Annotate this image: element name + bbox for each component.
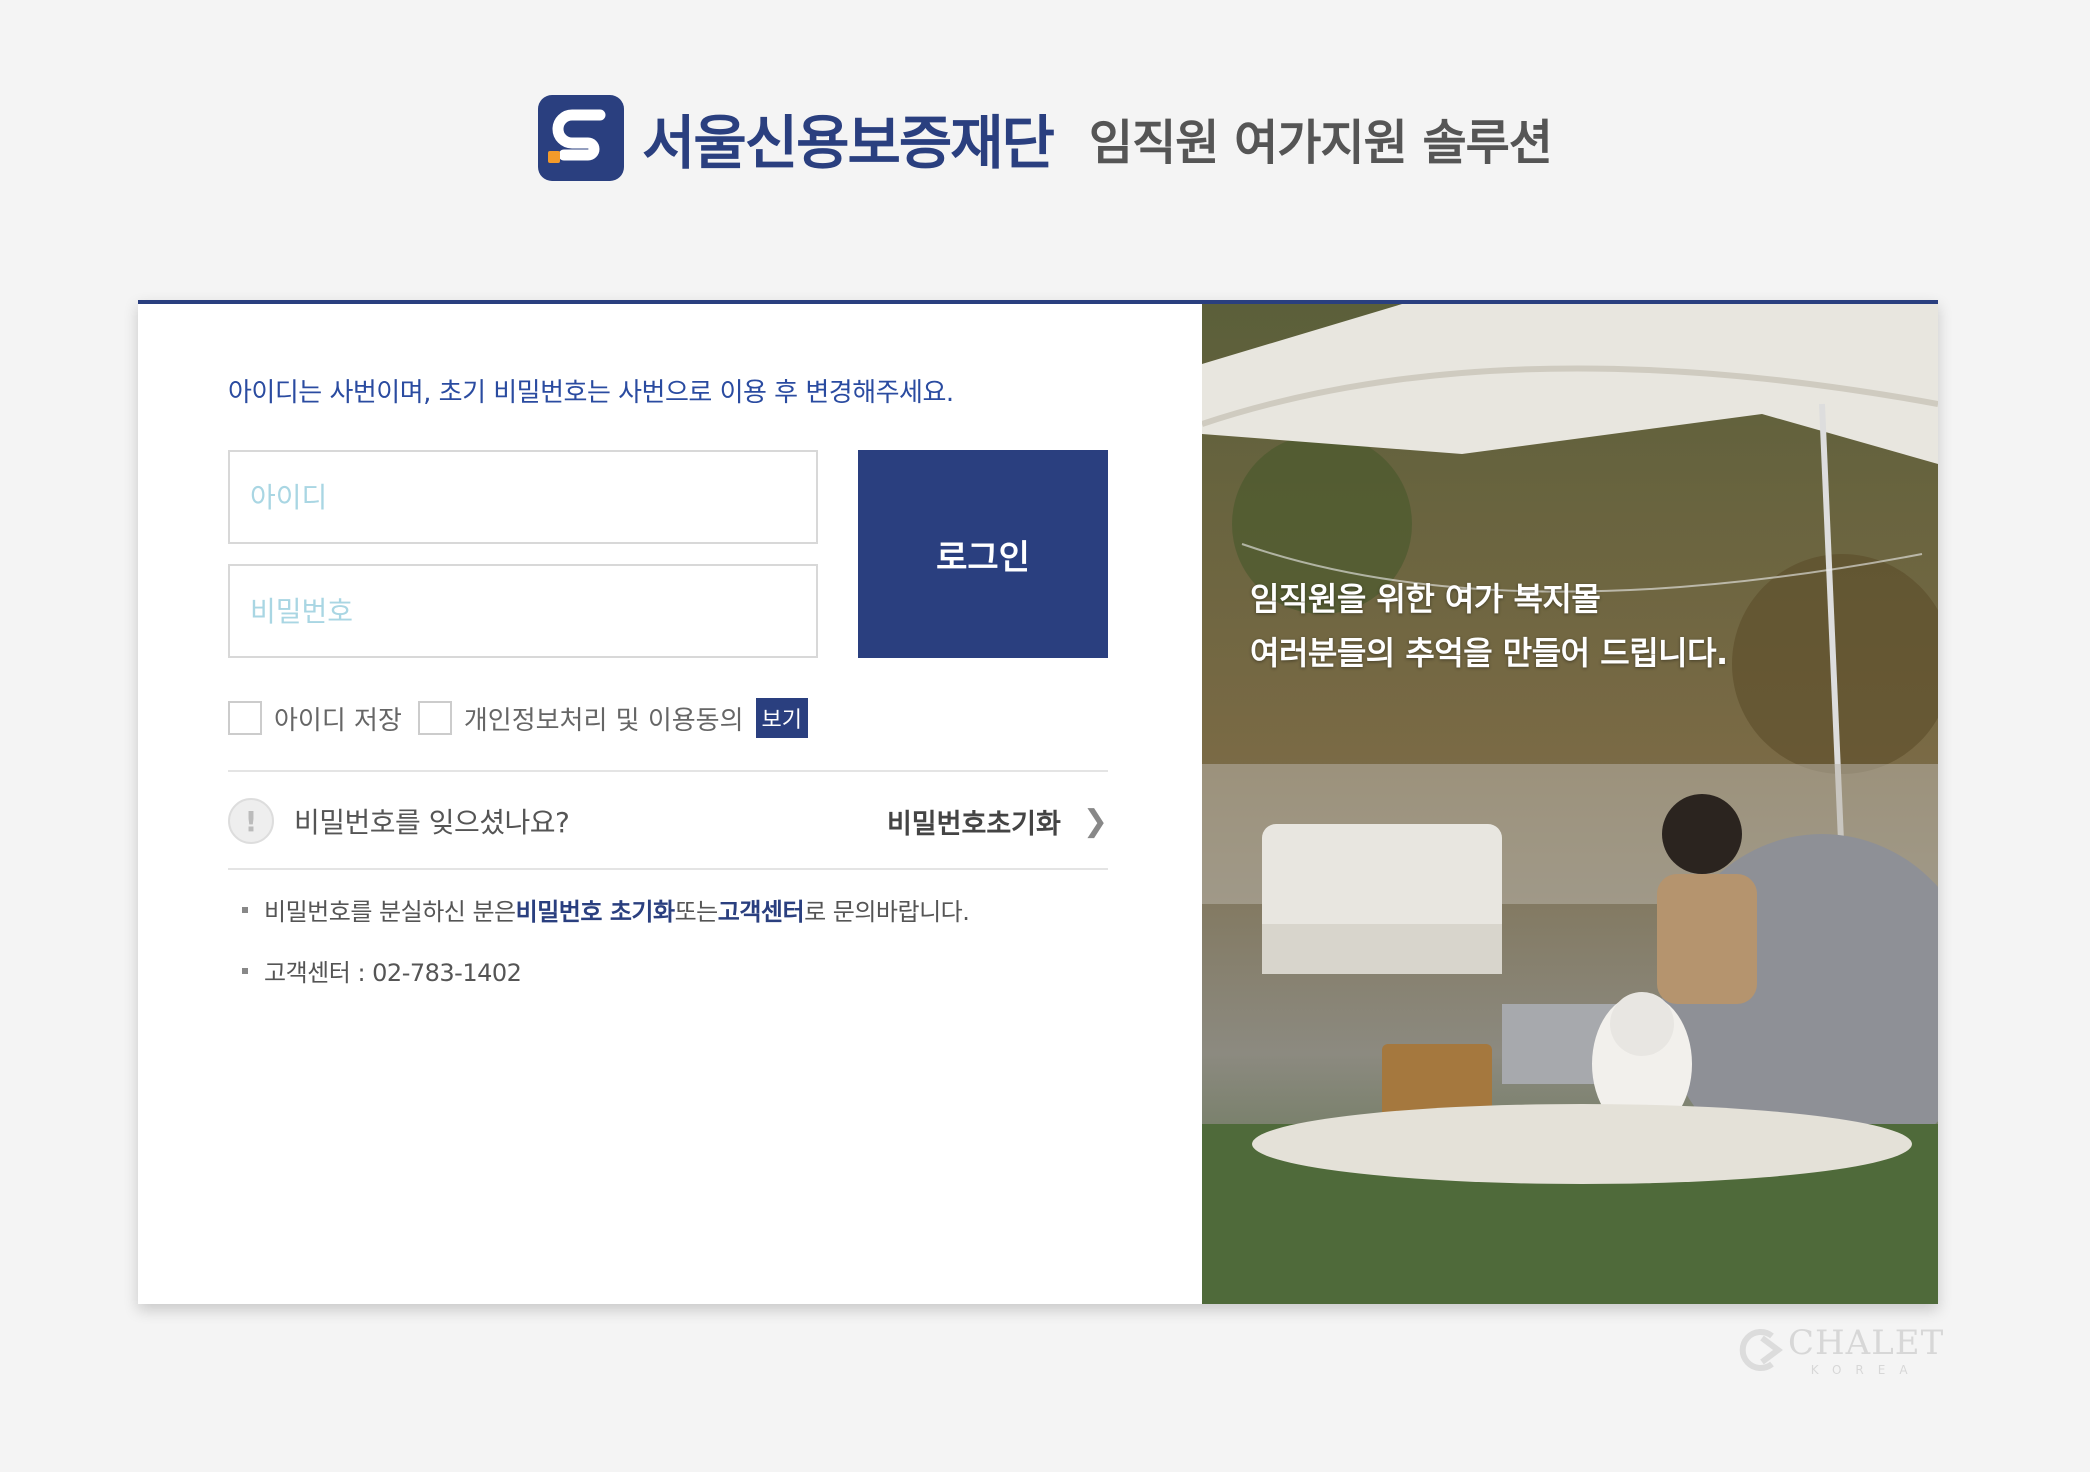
header: 서울신용보증재단 임직원 여가지원 솔루션 — [0, 92, 2090, 184]
save-id-label[interactable]: 아이디 저장 — [274, 700, 402, 737]
service-name: 임직원 여가지원 솔루션 — [1088, 115, 1553, 171]
chalet-watermark: CHALET KOREA — [1732, 1322, 1944, 1378]
support-phone: 고객센터 : 02-783-1402 — [264, 959, 522, 987]
help-em-support: 고객센터 — [717, 898, 805, 926]
help-text: 로 문의바랍니다. — [804, 898, 970, 926]
privacy-consent-checkbox[interactable] — [417, 701, 452, 735]
privacy-view-button[interactable]: 보기 — [755, 698, 809, 738]
divider — [228, 770, 1108, 772]
forgot-password-text: 비밀번호를 잊으셨나요? — [294, 806, 570, 839]
promo-line-2: 여러분들의 추억을 만들어 드립니다. — [1250, 634, 1728, 672]
watermark-text: CHALET — [1788, 1323, 1945, 1363]
login-panel: 아이디는 사번이며, 초기 비밀번호는 사번으로 이용 후 변경해주세요. 로그… — [138, 304, 1202, 1304]
bullet-icon — [242, 967, 248, 974]
privacy-consent-label[interactable]: 개인정보처리 및 이용동의 — [464, 700, 744, 737]
chalet-logo-icon — [1739, 1329, 1783, 1371]
reset-password-link[interactable]: 비밀번호초기화 ❯ — [887, 802, 1108, 841]
login-notice: 아이디는 사번이며, 초기 비밀번호는 사번으로 이용 후 변경해주세요. — [228, 378, 954, 408]
help-line-reset: 비밀번호를 분실하신 분은 비밀번호 초기화 또는 고객센터 로 문의바랍니다. — [242, 892, 970, 927]
login-button[interactable]: 로그인 — [858, 450, 1108, 658]
login-options: 아이디 저장 개인정보처리 및 이용동의 보기 — [228, 698, 809, 738]
save-id-checkbox[interactable] — [228, 701, 262, 735]
help-text: 비밀번호를 분실하신 분은 — [264, 898, 516, 926]
seoul-credit-logo-icon — [538, 95, 625, 181]
help-em-reset: 비밀번호 초기화 — [515, 898, 675, 926]
promo-text: 임직원을 위한 여가 복지몰 여러분들의 추억을 만들어 드립니다. — [1250, 572, 1728, 680]
help-line-phone: 고객센터 : 02-783-1402 — [242, 953, 969, 988]
watermark-sub: KOREA — [1810, 1363, 1922, 1377]
brand-name: 서울신용보증재단 — [642, 109, 1055, 177]
id-input[interactable] — [228, 450, 818, 544]
forgot-password-row: ! 비밀번호를 잊으셨나요? 비밀번호초기화 ❯ — [228, 794, 1108, 848]
promo-line-1: 임직원을 위한 여가 복지몰 — [1250, 580, 1601, 618]
promo-photo-illustration — [1202, 304, 1938, 1304]
exclamation-icon: ! — [228, 798, 274, 844]
divider — [228, 868, 1108, 870]
help-text: 또는 — [674, 898, 719, 926]
reset-password-label: 비밀번호초기화 — [886, 808, 1061, 840]
login-card: 아이디는 사번이며, 초기 비밀번호는 사번으로 이용 후 변경해주세요. 로그… — [138, 300, 1938, 1304]
password-input[interactable] — [228, 564, 818, 658]
bullet-icon — [242, 906, 248, 913]
help-info: 비밀번호를 분실하신 분은 비밀번호 초기화 또는 고객센터 로 문의바랍니다. … — [242, 892, 970, 1014]
promo-image: 임직원을 위한 여가 복지몰 여러분들의 추억을 만들어 드립니다. — [1202, 304, 1938, 1304]
chevron-right-icon: ❯ — [1082, 803, 1108, 839]
